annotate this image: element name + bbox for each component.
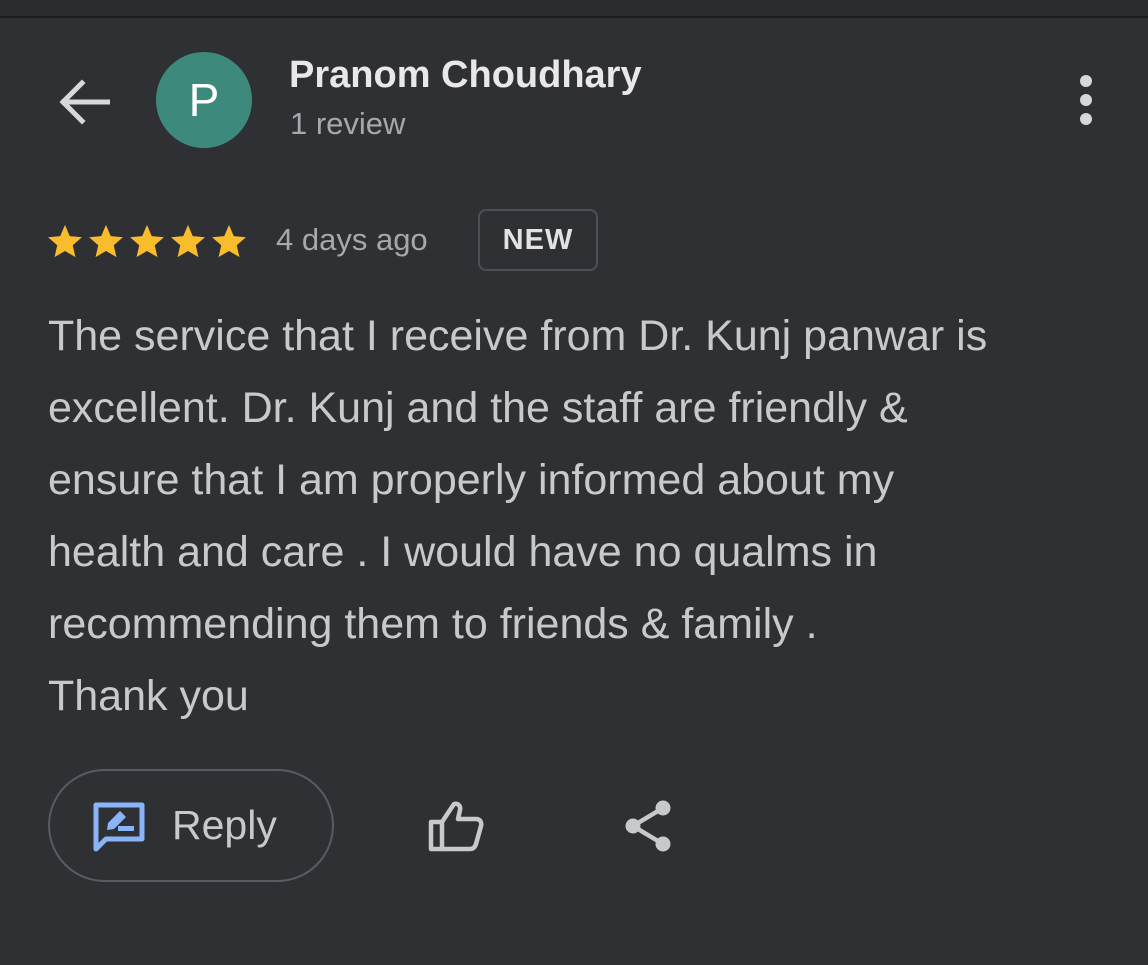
reply-label: Reply [172,802,277,848]
review-time: 4 days ago [276,222,428,257]
review-text: The service that I receive from Dr. Kunj… [48,312,988,720]
like-button[interactable] [418,790,494,862]
reply-button[interactable]: Reply [48,769,334,882]
rate-review-icon [93,802,145,852]
avatar-letter: P [188,74,220,126]
top-divider [0,0,1148,18]
more-options-button[interactable] [1060,70,1112,130]
star-icon [171,224,205,258]
new-badge: NEW [478,209,598,271]
more-vert-icon [1080,75,1092,125]
arrow-back-icon [59,79,110,125]
share-button[interactable] [612,790,684,862]
thumb-up-icon [428,801,484,852]
reviewer-name[interactable]: Pranom Choudhary [289,54,642,97]
back-button[interactable] [52,70,116,134]
star-icon [130,224,164,258]
review-count: 1 review [290,106,406,141]
star-rating [46,222,248,260]
share-icon [625,800,671,852]
avatar[interactable]: P [156,52,252,148]
star-icon [89,224,123,258]
star-icon [48,224,82,258]
star-icon [212,224,246,258]
